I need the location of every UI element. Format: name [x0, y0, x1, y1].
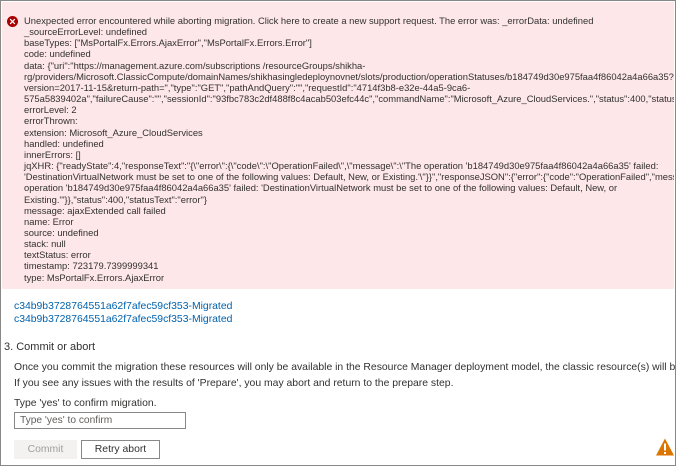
error-detail-line: rg/providers/Microsoft.ClassicCompute/do… [24, 70, 674, 82]
confirm-migration-input[interactable] [14, 412, 186, 429]
warning-triangle-icon[interactable] [655, 437, 675, 457]
error-details: Unexpected error encountered while abort… [24, 15, 674, 283]
error-detail-line: operation 'b184749d30e975faa4f86042a4a66… [24, 182, 618, 194]
error-detail-line: baseTypes: ["MsPortalFx.Errors.AjaxError… [24, 37, 312, 49]
error-detail-line: message: ajaxExtended call failed [24, 204, 166, 216]
error-detail-line: innerErrors: [] [24, 148, 81, 160]
abort-description: If you see any issues with the results o… [14, 378, 454, 389]
migrated-resources-list: c34b9b3728764551a62f7afec59cf353-Migrate… [14, 300, 232, 326]
retry-abort-button[interactable]: Retry abort [81, 440, 160, 459]
commit-button[interactable]: Commit [14, 440, 77, 459]
error-circle-icon [7, 16, 18, 27]
error-detail-line: handled: undefined [24, 137, 104, 149]
confirm-label: Type 'yes' to confirm migration. [14, 398, 157, 409]
error-detail-line: errorThrown: [24, 115, 78, 127]
error-detail-line: name: Error [24, 215, 74, 227]
migrated-resource-link[interactable]: c34b9b3728764551a62f7afec59cf353-Migrate… [14, 300, 232, 313]
error-detail-line: Existing.'"}},"status":400,"statusText":… [24, 193, 207, 205]
error-detail-line: errorLevel: 2 [24, 104, 77, 116]
error-detail-line: 'DestinationVirtualNetwork must be set t… [24, 171, 674, 183]
error-detail-line: version=2017-11-15&return-path=","type":… [24, 81, 471, 93]
error-detail-line: type: MsPortalFx.Errors.AjaxError [24, 271, 165, 283]
error-detail-line: stack: null [24, 238, 66, 250]
migration-blade: Unexpected error encountered while abort… [0, 0, 676, 466]
error-notification[interactable]: Unexpected error encountered while abort… [2, 2, 674, 289]
error-detail-line: timestamp: 723179.7399999341 [24, 260, 159, 272]
error-detail-line: source: undefined [24, 226, 99, 238]
commit-section-heading: 3. Commit or abort [4, 341, 96, 353]
error-detail-line: textStatus: error [24, 249, 91, 261]
error-detail-line: 575a5839402a","failureCause":"","session… [24, 93, 674, 105]
error-detail-line: _sourceErrorLevel: undefined [24, 26, 147, 38]
error-detail-line: Unexpected error encountered while abort… [24, 15, 594, 26]
migrated-resource-link[interactable]: c34b9b3728764551a62f7afec59cf353-Migrate… [14, 313, 232, 326]
error-detail-line: extension: Microsoft_Azure_CloudServices [24, 126, 203, 138]
error-detail-line: jqXHR: {"readyState":4,"responseText":"{… [24, 160, 659, 172]
error-detail-line: data: {"uri":"https://management.azure.c… [24, 59, 366, 71]
error-detail-line: code: undefined [24, 48, 91, 60]
commit-description: Once you commit the migration these reso… [14, 362, 676, 373]
